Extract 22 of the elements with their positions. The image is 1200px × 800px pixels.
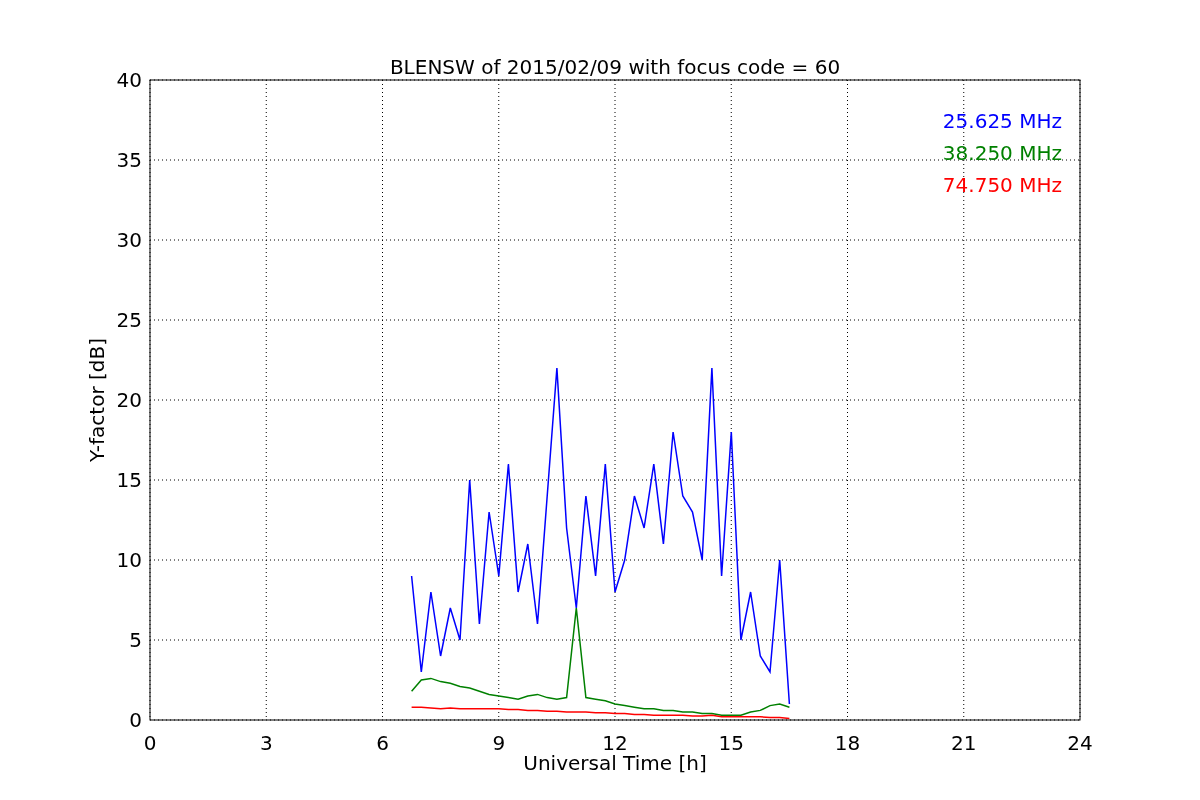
x-tick-label: 9 bbox=[492, 731, 506, 755]
x-tick-label: 18 bbox=[834, 731, 861, 755]
legend-label: 74.750 MHz bbox=[942, 173, 1062, 197]
chart-title: BLENSW of 2015/02/09 with focus code = 60 bbox=[389, 55, 841, 79]
y-tick-label: 0 bbox=[129, 708, 142, 732]
x-tick-label: 24 bbox=[1067, 731, 1093, 755]
x-tick-label: 0 bbox=[143, 731, 157, 755]
x-tick-label: 21 bbox=[951, 731, 977, 755]
x-tick-label: 15 bbox=[718, 731, 744, 755]
y-tick-label: 25 bbox=[116, 308, 142, 332]
legend-label: 25.625 MHz bbox=[942, 109, 1062, 133]
y-tick-label: 20 bbox=[116, 388, 142, 412]
y-tick-label: 35 bbox=[116, 148, 142, 172]
y-tick-label: 40 bbox=[116, 68, 142, 92]
legend-label: 38.250 MHz bbox=[942, 141, 1062, 165]
y-tick-label: 5 bbox=[129, 628, 142, 652]
y-tick-label: 15 bbox=[116, 468, 142, 492]
y-tick-label: 10 bbox=[116, 548, 142, 572]
x-tick-label: 6 bbox=[376, 731, 389, 755]
y-axis-label: Y-factor [dB] bbox=[85, 338, 109, 462]
x-tick-label: 3 bbox=[259, 731, 273, 755]
y-tick-label: 30 bbox=[116, 228, 142, 252]
